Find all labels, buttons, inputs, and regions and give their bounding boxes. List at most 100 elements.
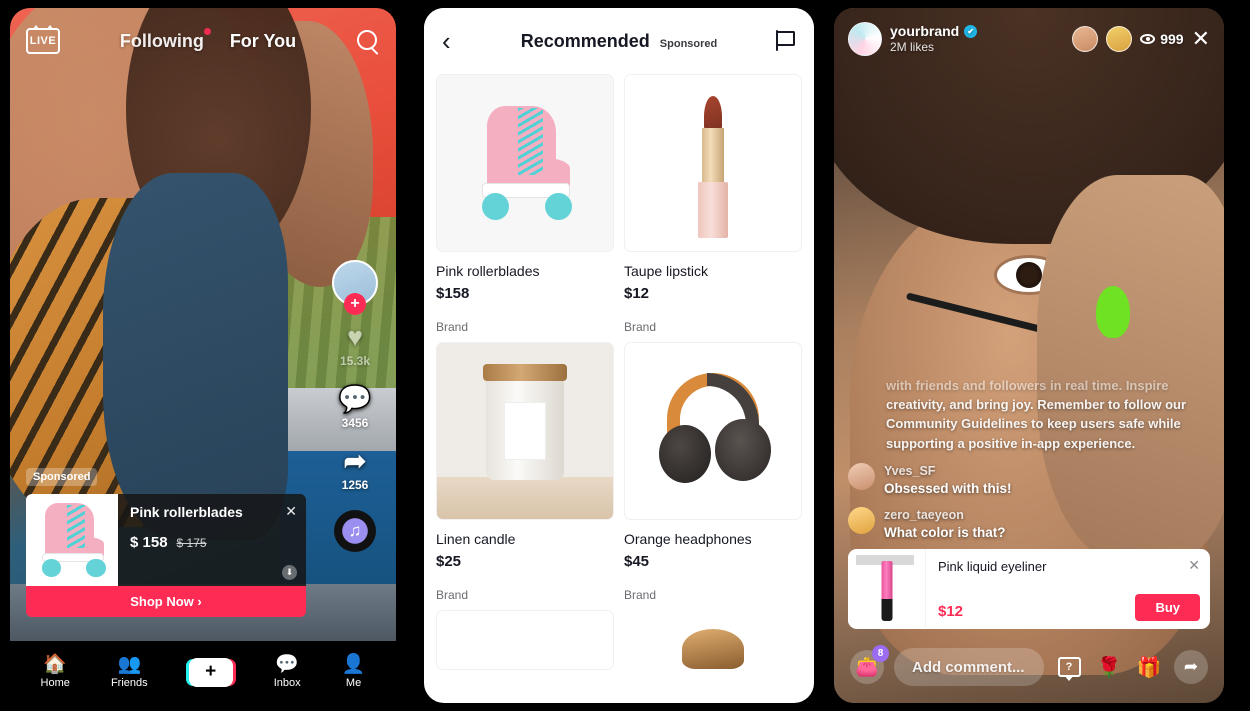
gift-button[interactable]: 🎁 (1134, 652, 1164, 682)
verified-badge-icon: ✔ (964, 25, 978, 38)
home-icon: 🏠 (43, 654, 68, 675)
lipstick-image[interactable] (624, 74, 802, 252)
live-product-card[interactable]: Pink liquid eyeliner $12 ✕ Buy (848, 549, 1210, 629)
product-card-partial[interactable] (624, 610, 802, 670)
product-price: $25 (436, 553, 462, 570)
comment-username: Yves_SF (884, 464, 936, 478)
product-image-partial[interactable] (436, 610, 614, 670)
qa-button[interactable]: ? (1054, 652, 1084, 682)
nav-item-me[interactable]: 👤 Me (342, 655, 366, 689)
nav-item-home[interactable]: 🏠 Home (41, 655, 70, 689)
back-chevron-icon[interactable]: ‹ (442, 28, 464, 54)
live-product-close-icon[interactable]: ✕ (1188, 557, 1200, 574)
feed-ad-prices: $ 158 $ 175 (130, 534, 296, 551)
nav-label-inbox: Inbox (273, 677, 301, 689)
create-button[interactable]: + (188, 657, 233, 687)
feed-top-nav: LIVE Following For You (10, 25, 396, 54)
live-comment-list: Yves_SF Obsessed with this! zero_taeyeon… (848, 463, 1104, 542)
feed-ad-body: Pink rollerblades $ 158 $ 175 ✕ ⬇ (118, 494, 306, 586)
viewer-count-value: 999 (1160, 31, 1184, 47)
product-grid: Pink rollerblades $158 Brand Taupe lipst… (424, 74, 814, 670)
product-image-partial[interactable] (624, 610, 802, 670)
headphones-image[interactable] (624, 342, 802, 520)
avatar[interactable] (848, 507, 875, 535)
search-icon[interactable] (356, 29, 380, 53)
comment-button[interactable]: 💬 3456 (338, 386, 372, 431)
feed-phone-panel: LIVE Following For You + ♥ 15.3k 💬 3456 … (10, 8, 396, 703)
sponsored-badge: Sponsored (26, 468, 98, 486)
close-icon[interactable]: ✕ (1192, 28, 1210, 50)
feed-ad-download-icon[interactable]: ⬇ (282, 565, 297, 580)
music-disc-icon[interactable]: ♫ (334, 510, 376, 552)
product-card[interactable]: Pink rollerblades $158 Brand (436, 74, 614, 334)
live-system-message-dim: with friends and followers in real time.… (886, 378, 1169, 393)
feed-ad-close-icon[interactable]: ✕ (285, 503, 297, 520)
product-brand: Brand (436, 588, 469, 602)
sponsored-label: Sponsored (659, 37, 718, 50)
shop-phone-panel: ‹ Recommended Sponsored Pink rollerblade… (424, 8, 814, 703)
avatar[interactable] (848, 22, 882, 56)
comment-text-block: zero_taeyeon What color is that? (884, 507, 1006, 541)
buy-button[interactable]: Buy (1135, 594, 1200, 621)
candle-image[interactable] (436, 342, 614, 520)
live-product-body: Pink liquid eyeliner $12 ✕ Buy (926, 549, 1210, 629)
eye-icon (1140, 34, 1156, 44)
product-card[interactable]: Taupe lipstick $12 Brand (624, 74, 802, 334)
like-button[interactable]: ♥ 15.3k (339, 324, 371, 369)
live-product-title: Pink liquid eyeliner (938, 559, 1047, 574)
avatar[interactable] (848, 463, 875, 490)
live-product-price: $12 (938, 603, 964, 620)
product-card-partial[interactable] (436, 610, 614, 670)
roller-skate-image[interactable] (436, 74, 614, 252)
comment-count: 3456 (341, 416, 369, 430)
share-arrow-icon: ➦ (1183, 657, 1199, 676)
shopping-bag-badge: 8 (872, 645, 889, 662)
nav-item-inbox[interactable]: 💬 Inbox (274, 655, 301, 689)
product-brand: Brand (624, 320, 657, 334)
friends-icon: 👥 (117, 654, 142, 675)
product-name: Pink rollerblades (436, 263, 540, 279)
bun-image (682, 629, 744, 669)
tab-following-label: Following (119, 30, 204, 51)
tab-following[interactable]: Following (119, 27, 211, 52)
feed-ad-thumbnail[interactable] (26, 494, 118, 586)
feed-ad-card[interactable]: Pink rollerblades $ 158 $ 175 ✕ ⬇ Shop N… (26, 494, 306, 617)
shopping-bag-button[interactable]: 👛 8 (850, 645, 889, 684)
eyeliner-image[interactable] (848, 549, 926, 627)
live-label: LIVE (29, 35, 57, 47)
flag-icon[interactable] (774, 30, 796, 52)
creator-avatar[interactable]: + (332, 260, 378, 315)
follow-button[interactable]: + (344, 293, 366, 315)
live-button[interactable]: LIVE (26, 25, 60, 54)
add-comment-input[interactable]: Add comment... (894, 648, 1044, 686)
list-item: zero_taeyeon What color is that? (848, 507, 1104, 541)
product-price: $45 (624, 553, 650, 570)
add-comment-placeholder: Add comment... (912, 658, 1025, 676)
feed-bottom-nav: 🏠 Home 👥 Friends + 💬 Inbox 👤 Me (10, 641, 396, 703)
live-host-info[interactable]: yourbrand ✔ 2M likes (890, 23, 978, 56)
tab-for-you-label: For You (229, 30, 297, 51)
live-header-right: 999 ✕ (1072, 26, 1210, 52)
screenshot-root: LIVE Following For You + ♥ 15.3k 💬 3456 … (0, 0, 1250, 711)
video-subject-top (102, 172, 288, 540)
live-header: yourbrand ✔ 2M likes 999 ✕ (834, 22, 1224, 56)
share-button[interactable]: ➦ (1174, 650, 1208, 684)
share-button[interactable]: ➦ 1256 (342, 448, 369, 493)
product-card[interactable]: Orange headphones $45 Brand (624, 342, 802, 602)
product-name: Linen candle (436, 531, 516, 547)
feed-ad-main: Pink rollerblades $ 158 $ 175 ✕ ⬇ (26, 494, 306, 586)
live-like-count: 2M likes (890, 40, 935, 55)
viewer-avatar[interactable] (1072, 26, 1099, 52)
comment-body: Obsessed with this! (884, 480, 1012, 496)
nav-item-friends[interactable]: 👥 Friends (111, 655, 148, 689)
like-count: 15.3k (339, 354, 371, 368)
viewer-avatar[interactable] (1106, 26, 1133, 52)
viewer-count[interactable]: 999 (1140, 31, 1184, 47)
shop-now-button[interactable]: Shop Now › (26, 586, 306, 617)
feed-action-rail: + ♥ 15.3k 💬 3456 ➦ 1256 ♫ (326, 260, 384, 552)
live-phone-panel: yourbrand ✔ 2M likes 999 ✕ with friends … (834, 8, 1224, 703)
rose-gift-button[interactable]: 🌹 (1094, 652, 1124, 682)
product-name: Orange headphones (624, 531, 752, 547)
product-card[interactable]: Linen candle $25 Brand (436, 342, 614, 602)
tab-for-you[interactable]: For You (230, 31, 296, 52)
